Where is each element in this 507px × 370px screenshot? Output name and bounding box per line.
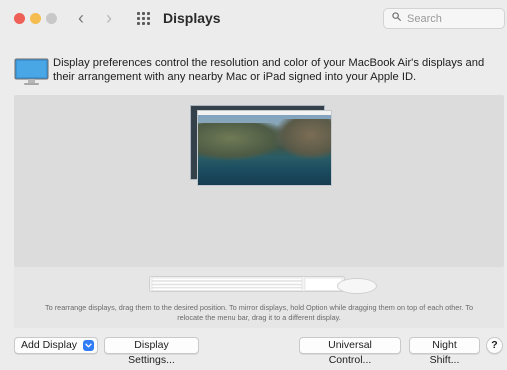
info-description: Display preferences control the resoluti… [53,57,485,83]
window-title: Displays [163,10,221,26]
chevron-down-icon [83,340,94,351]
wallpaper-landform [276,119,331,159]
help-button[interactable]: ? [486,337,503,354]
main-display-thumbnail[interactable] [197,110,332,186]
close-window-button[interactable] [14,13,25,24]
minimize-window-button[interactable] [30,13,41,24]
chevron-left-icon[interactable]: ‹ [78,9,84,27]
add-display-button[interactable]: Add Display [14,337,98,354]
night-shift-button[interactable]: Night Shift... [409,337,480,366]
keyboard-icon [149,276,345,292]
arrangement-hint: To rearrange displays, drag them to the … [44,303,474,322]
display-icon [14,58,49,85]
display-arrangement-area[interactable] [14,95,504,267]
chevron-right-icon[interactable]: › [106,9,112,27]
search-icon [392,12,401,21]
title-bar: ‹ › Displays [0,0,507,38]
grid-icon[interactable] [137,12,150,25]
menu-bar-indicator[interactable] [198,111,331,115]
mouse-icon [337,278,377,294]
zoom-window-button[interactable] [46,13,57,24]
add-display-label: Add Display [21,339,78,351]
search-input[interactable] [407,10,499,27]
arrangement-footer: To rearrange displays, drag them to the … [14,267,504,328]
wallpaper-landform [198,123,287,161]
universal-control-button[interactable]: Universal Control... [299,337,401,366]
display-settings-button[interactable]: Display Settings... [104,337,199,366]
search-field[interactable] [383,8,505,29]
